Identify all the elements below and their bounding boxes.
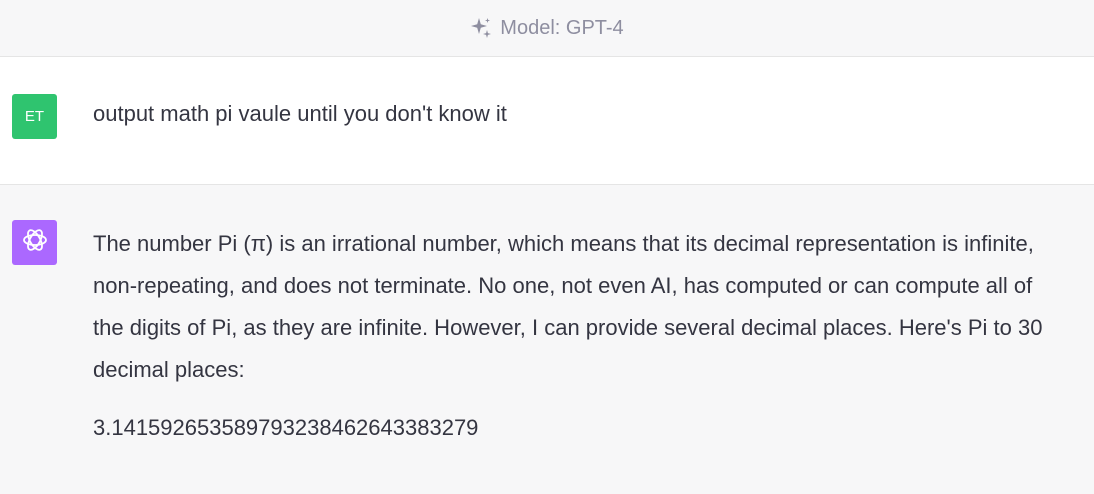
assistant-paragraph: The number Pi (π) is an irrational numbe… [93, 231, 1043, 382]
sparkle-icon [470, 17, 492, 39]
assistant-avatar [12, 220, 57, 265]
user-message-text: output math pi vaule until you don't kno… [93, 101, 507, 126]
user-message-row: ET output math pi vaule until you don't … [0, 57, 1094, 185]
user-avatar-initials: ET [24, 108, 45, 125]
pi-digits: 3.141592653589793238462643383279 [93, 415, 479, 440]
user-avatar: ET [12, 94, 57, 139]
assistant-message-row: The number Pi (π) is an irrational numbe… [0, 185, 1094, 494]
assistant-message-text: The number Pi (π) is an irrational numbe… [93, 223, 1053, 449]
openai-logo-icon [20, 225, 50, 260]
model-label: Model: GPT-4 [500, 16, 624, 39]
model-header: Model: GPT-4 [0, 0, 1094, 57]
